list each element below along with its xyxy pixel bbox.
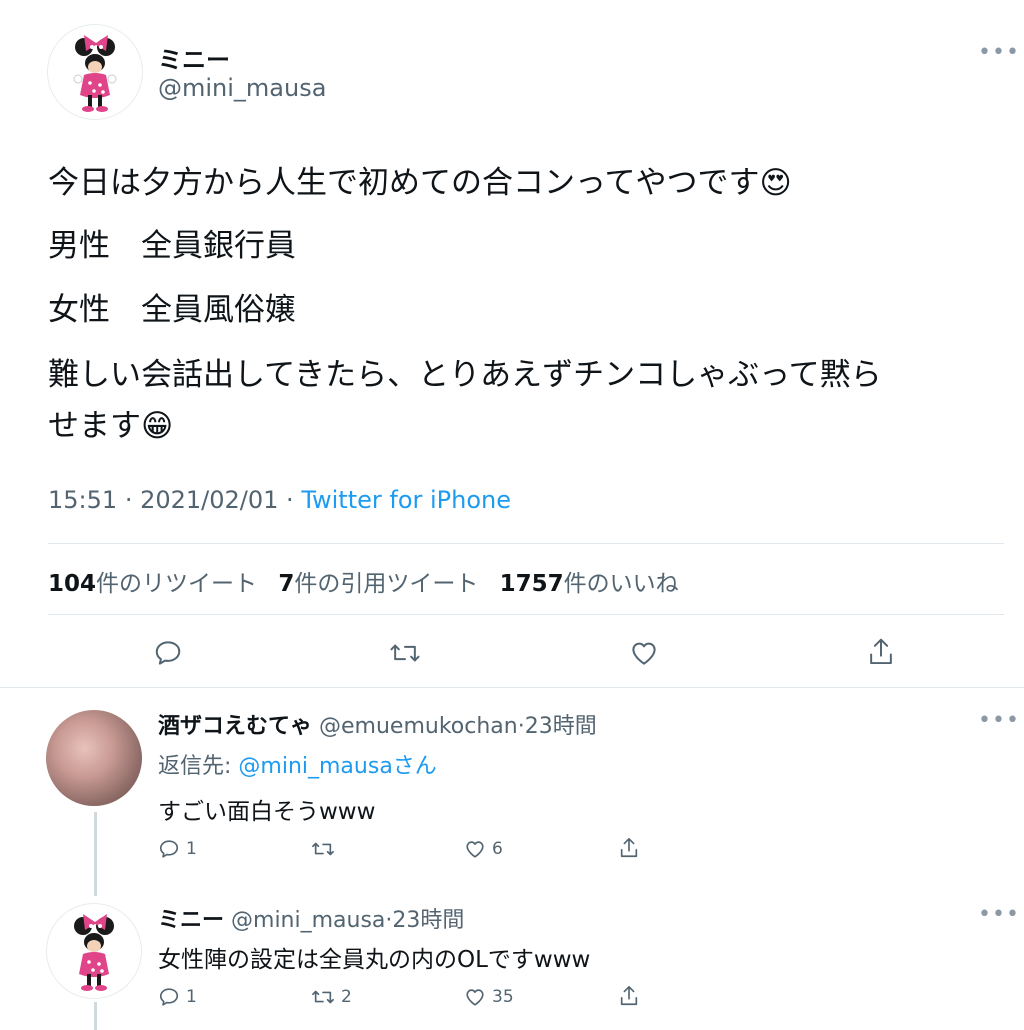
- retweet-count: 2: [341, 987, 352, 1007]
- author-name[interactable]: ミニー: [158, 40, 230, 75]
- retweet-action[interactable]: 2: [311, 986, 352, 1008]
- minnie-avatar-image: [73, 35, 117, 112]
- reply-to-mention[interactable]: @mini_mausaさん: [238, 754, 436, 779]
- more-icon[interactable]: •••: [978, 40, 1020, 65]
- retweet-icon[interactable]: [389, 638, 421, 668]
- like-action[interactable]: 35: [464, 986, 514, 1008]
- like-icon: [466, 989, 484, 1006]
- quotes-label: 件の引用ツイート: [294, 571, 479, 597]
- reply-to-label: 返信先:: [158, 754, 239, 779]
- reply-action[interactable]: 1: [158, 986, 197, 1008]
- reply-text: 女性陣の設定は全員丸の内のOLですwww: [158, 947, 591, 973]
- share-icon[interactable]: [866, 636, 896, 668]
- quotes-stat[interactable]: 7件の引用ツイート: [278, 571, 478, 597]
- avatar[interactable]: [46, 903, 142, 999]
- tweet-date[interactable]: 2021/02/01: [140, 486, 278, 514]
- likes-stat[interactable]: 1757件のいいね: [500, 571, 679, 597]
- more-icon[interactable]: •••: [978, 708, 1020, 733]
- author-handle[interactable]: @mini_mausa: [158, 74, 326, 102]
- retweets-stat[interactable]: 104件のリツイート: [48, 571, 257, 597]
- like-action[interactable]: 6: [464, 838, 503, 860]
- more-icon[interactable]: •••: [978, 902, 1020, 927]
- likes-label: 件のいいね: [563, 571, 679, 597]
- share-icon: [620, 986, 638, 1006]
- meta-separator: ·: [124, 486, 141, 514]
- reply-icon: [159, 988, 179, 1006]
- quotes-count: 7: [278, 571, 295, 597]
- tweet-source[interactable]: Twitter for iPhone: [301, 486, 511, 514]
- tweet-text-line: 男性 全員銀行員: [48, 228, 296, 264]
- meta-separator: ·: [517, 714, 525, 739]
- reply-time[interactable]: 23時間: [525, 714, 597, 739]
- retweets-count: 104: [48, 571, 97, 597]
- tweet-text-line: せます😁: [48, 408, 174, 444]
- tweet-time[interactable]: 15:51: [48, 486, 117, 514]
- reply-count: 1: [186, 987, 197, 1007]
- retweet-icon: [312, 990, 334, 1004]
- reply-action[interactable]: 1: [158, 838, 197, 860]
- retweet-icon: [312, 842, 334, 856]
- share-icon: [620, 838, 638, 858]
- reply-icon: [159, 840, 179, 858]
- reply-author-handle[interactable]: @mini_mausa: [231, 908, 385, 933]
- tweet-meta: 15:51 · 2021/02/01 · Twitter for iPhone: [48, 486, 511, 514]
- tweet-text-line: 女性 全員風俗嬢: [48, 292, 296, 328]
- minnie-avatar-image: [74, 914, 114, 991]
- tweet-stats: 104件のリツイート 7件の引用ツイート 1757件のいいね: [48, 564, 693, 598]
- divider: [48, 543, 1004, 544]
- reply-author-handle[interactable]: @emuemukochan: [319, 714, 518, 739]
- avatar[interactable]: [47, 24, 143, 120]
- reply-count: 1: [186, 839, 197, 859]
- divider: [48, 614, 1004, 615]
- tweet-text-line: 難しい会話出してきたら、とりあえずチンコしゃぶって黙ら: [48, 357, 882, 393]
- thread-line: [94, 1002, 97, 1030]
- reply-text: すごい面白そうwww: [158, 799, 376, 825]
- meta-separator: ·: [286, 486, 302, 514]
- thread-line: [94, 812, 97, 896]
- divider: [0, 687, 1024, 688]
- reply-icon[interactable]: [153, 638, 183, 668]
- reply-to: 返信先: @mini_mausaさん: [158, 748, 437, 780]
- like-icon[interactable]: [629, 638, 659, 668]
- avatar[interactable]: [46, 710, 142, 806]
- like-icon: [466, 841, 484, 858]
- reply-header: 酒ザコえむてゃ @emuemukochan·23時間: [158, 708, 597, 740]
- reply-time[interactable]: 23時間: [392, 908, 464, 933]
- retweets-label: 件のリツイート: [96, 571, 258, 597]
- reply-author-name[interactable]: ミニー: [158, 908, 224, 933]
- tweet-text-line: 今日は夕方から人生で初めての合コンってやつです😍: [48, 165, 792, 201]
- like-count: 35: [492, 987, 514, 1007]
- reply-header: ミニー @mini_mausa·23時間: [158, 902, 464, 934]
- reply-author-name[interactable]: 酒ザコえむてゃ: [158, 714, 312, 739]
- like-count: 6: [492, 839, 503, 859]
- share-action[interactable]: [618, 984, 640, 1008]
- likes-count: 1757: [499, 571, 564, 597]
- share-action[interactable]: [618, 836, 640, 860]
- retweet-action[interactable]: [311, 838, 341, 860]
